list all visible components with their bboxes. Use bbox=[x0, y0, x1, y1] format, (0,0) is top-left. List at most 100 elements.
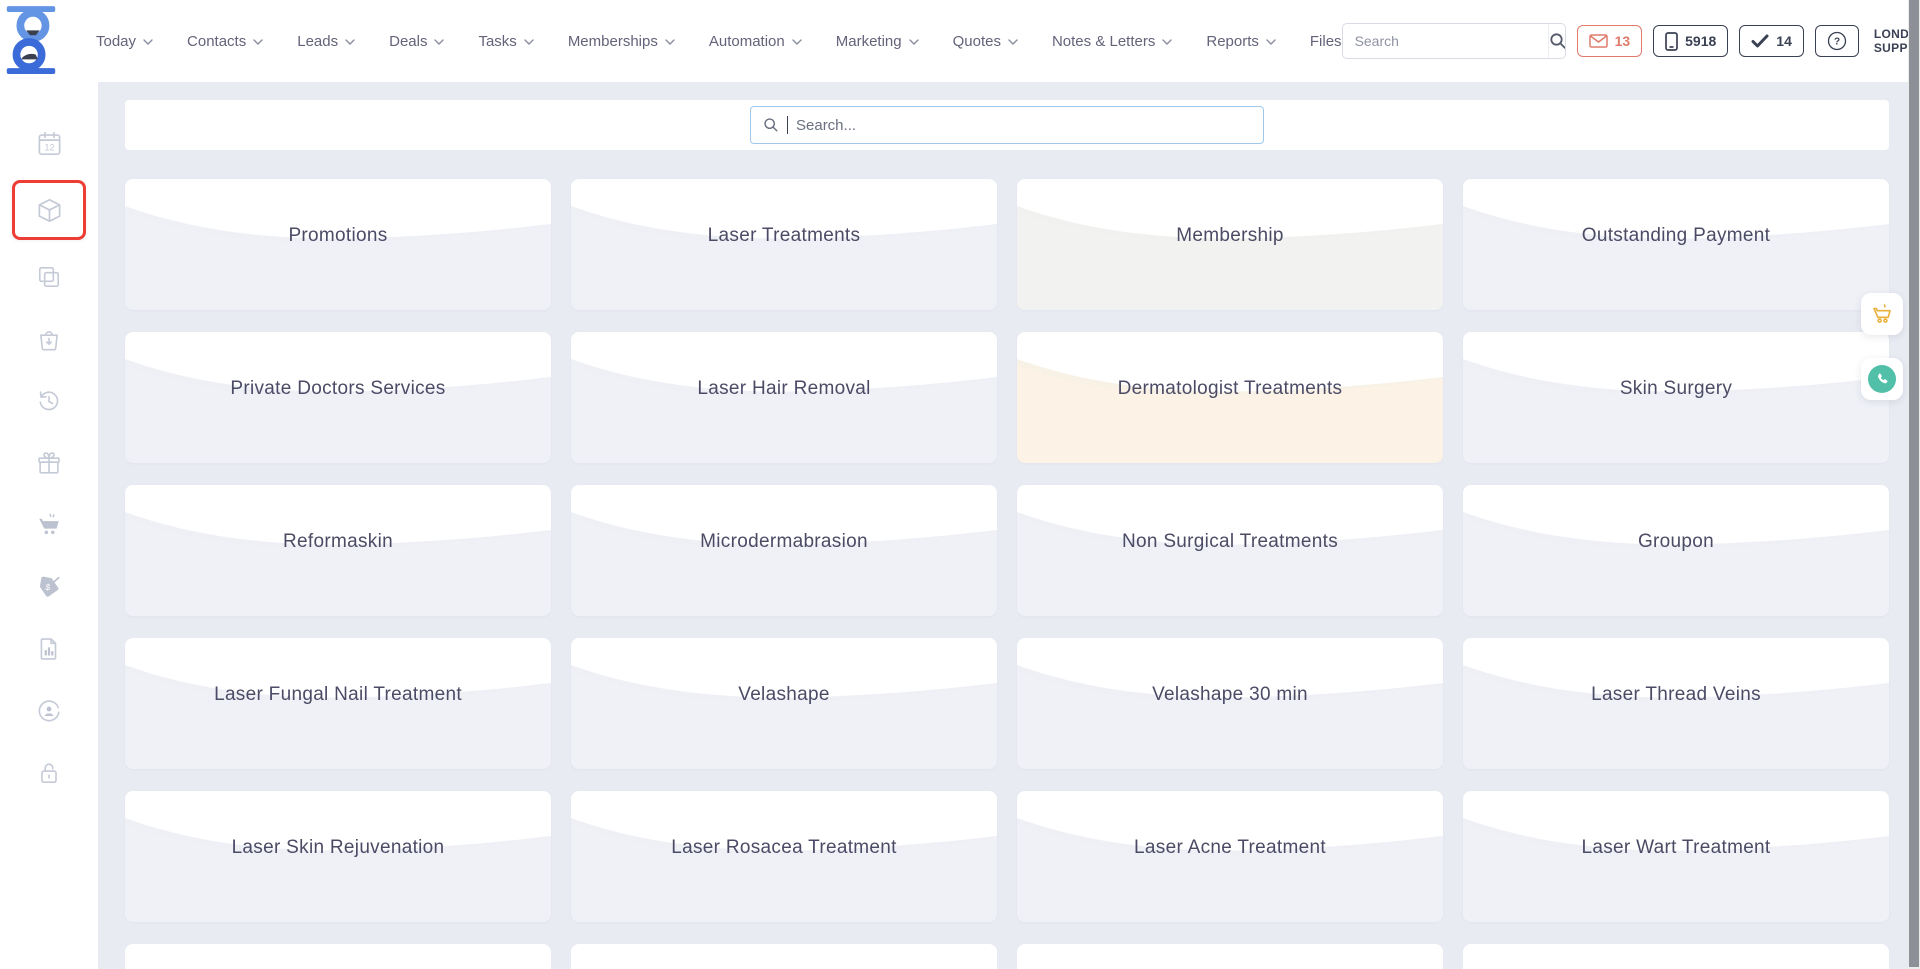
floating-phone-button[interactable] bbox=[1861, 358, 1903, 400]
category-card-label: Groupon bbox=[1463, 531, 1889, 553]
phone-circle bbox=[1868, 365, 1896, 393]
category-card-label: Laser Acne Treatment bbox=[1017, 837, 1443, 859]
sidebar-item-bag[interactable] bbox=[17, 314, 81, 364]
svg-text:12: 12 bbox=[44, 142, 54, 152]
sidebar-item-account[interactable] bbox=[17, 686, 81, 736]
category-card-label: Skin Surgery bbox=[1463, 378, 1889, 400]
sidebar-item-gift[interactable] bbox=[17, 438, 81, 488]
category-card-outstanding-payment[interactable]: Outstanding Payment bbox=[1463, 179, 1889, 310]
category-card-microdermabrasion[interactable]: Microdermabrasion bbox=[571, 485, 997, 616]
nav-item-leads[interactable]: Leads bbox=[297, 33, 355, 50]
nav-item-notes-letters[interactable]: Notes & Letters bbox=[1052, 33, 1172, 50]
vertical-scrollbar[interactable] bbox=[1908, 0, 1920, 969]
chevron-down-icon bbox=[143, 39, 153, 45]
help-icon: ? bbox=[1827, 31, 1847, 51]
category-card-dermatologist-treatments[interactable]: Dermatologist Treatments bbox=[1017, 332, 1443, 463]
lock-icon bbox=[36, 760, 62, 786]
nav-item-label: Contacts bbox=[187, 33, 246, 50]
category-card-label: Velashape bbox=[571, 684, 997, 706]
nav-item-label: Leads bbox=[297, 33, 338, 50]
category-card-reformaskin[interactable]: Reformaskin bbox=[125, 485, 551, 616]
category-card-groupon[interactable]: Groupon bbox=[1463, 485, 1889, 616]
app-logo[interactable] bbox=[0, 6, 62, 76]
category-card-laser-treatments[interactable]: Laser Treatments bbox=[571, 179, 997, 310]
category-card-velashape-30-min[interactable]: Velashape 30 min bbox=[1017, 638, 1443, 769]
copy-icon bbox=[36, 264, 62, 290]
cart-icon bbox=[1870, 302, 1894, 326]
phone-badge[interactable]: 5918 bbox=[1653, 25, 1728, 57]
chevron-down-icon bbox=[345, 39, 355, 45]
category-card-label: Laser Wart Treatment bbox=[1463, 837, 1889, 859]
nav-item-memberships[interactable]: Memberships bbox=[568, 33, 675, 50]
nav-item-files[interactable]: Files bbox=[1310, 33, 1342, 50]
category-card-partial[interactable] bbox=[125, 944, 551, 969]
sidebar-item-pricetag[interactable]: $ bbox=[17, 562, 81, 612]
mail-badge[interactable]: 13 bbox=[1577, 25, 1643, 57]
category-card-velashape[interactable]: Velashape bbox=[571, 638, 997, 769]
nav-item-tasks[interactable]: Tasks bbox=[478, 33, 533, 50]
nav-item-deals[interactable]: Deals bbox=[389, 33, 444, 50]
category-card-label: Non Surgical Treatments bbox=[1017, 531, 1443, 553]
global-search-input[interactable] bbox=[1343, 33, 1548, 49]
gift-icon bbox=[36, 450, 62, 476]
nav-item-label: Today bbox=[96, 33, 136, 50]
category-card-laser-acne-treatment[interactable]: Laser Acne Treatment bbox=[1017, 791, 1443, 922]
smartphone-icon bbox=[1665, 32, 1678, 51]
sidebar-item-cart[interactable] bbox=[17, 500, 81, 550]
category-card-membership[interactable]: Membership bbox=[1017, 179, 1443, 310]
nav-item-marketing[interactable]: Marketing bbox=[836, 33, 919, 50]
main-nav: Today Contacts Leads Deals Tasks Members… bbox=[96, 33, 1342, 50]
nav-item-today[interactable]: Today bbox=[96, 33, 153, 50]
calendar-icon: 12 bbox=[36, 130, 63, 157]
search-submit-button[interactable] bbox=[1548, 24, 1566, 58]
sidebar-item-history[interactable] bbox=[17, 376, 81, 426]
sidebar-item-lock[interactable] bbox=[17, 748, 81, 798]
scrollbar-thumb[interactable] bbox=[1909, 0, 1919, 967]
category-search-input[interactable]: Search... bbox=[750, 106, 1264, 144]
category-card-partial[interactable] bbox=[1463, 944, 1889, 969]
category-card-laser-thread-veins[interactable]: Laser Thread Veins bbox=[1463, 638, 1889, 769]
chevron-down-icon bbox=[1266, 39, 1276, 45]
category-card-promotions[interactable]: Promotions bbox=[125, 179, 551, 310]
category-card-skin-surgery[interactable]: Skin Surgery bbox=[1463, 332, 1889, 463]
category-card-partial[interactable] bbox=[571, 944, 997, 969]
category-card-laser-hair-removal[interactable]: Laser Hair Removal bbox=[571, 332, 997, 463]
category-card-non-surgical-treatments[interactable]: Non Surgical Treatments bbox=[1017, 485, 1443, 616]
nav-item-quotes[interactable]: Quotes bbox=[953, 33, 1018, 50]
nav-item-label: Notes & Letters bbox=[1052, 33, 1155, 50]
sidebar-item-calendar[interactable]: 12 bbox=[17, 118, 81, 168]
chevron-down-icon bbox=[524, 39, 534, 45]
nav-item-contacts[interactable]: Contacts bbox=[187, 33, 263, 50]
nav-item-label: Quotes bbox=[953, 33, 1001, 50]
category-card-partial[interactable] bbox=[1017, 944, 1443, 969]
nav-item-automation[interactable]: Automation bbox=[709, 33, 802, 50]
sidebar-item-duplicate[interactable] bbox=[17, 252, 81, 302]
category-card-private-doctors-services[interactable]: Private Doctors Services bbox=[125, 332, 551, 463]
category-card-label: Dermatologist Treatments bbox=[1017, 378, 1443, 400]
category-search-panel: Search... bbox=[125, 100, 1889, 150]
nav-item-label: Marketing bbox=[836, 33, 902, 50]
nav-item-reports[interactable]: Reports bbox=[1206, 33, 1276, 50]
chevron-down-icon bbox=[253, 39, 263, 45]
category-card-label: Membership bbox=[1017, 225, 1443, 247]
category-card-laser-fungal-nail-treatment[interactable]: Laser Fungal Nail Treatment bbox=[125, 638, 551, 769]
phone-icon bbox=[1875, 372, 1890, 387]
tasks-count: 14 bbox=[1776, 33, 1792, 49]
help-button[interactable]: ? bbox=[1815, 25, 1859, 57]
category-card-label: Laser Skin Rejuvenation bbox=[125, 837, 551, 859]
tasks-badge[interactable]: 14 bbox=[1739, 25, 1804, 57]
category-card-label: Laser Hair Removal bbox=[571, 378, 997, 400]
category-card-laser-rosacea-treatment[interactable]: Laser Rosacea Treatment bbox=[571, 791, 997, 922]
chevron-down-icon bbox=[792, 39, 802, 45]
floating-cart-button[interactable] bbox=[1861, 293, 1903, 335]
cube-icon bbox=[36, 197, 63, 224]
account-circle-icon bbox=[36, 698, 62, 724]
phone-count: 5918 bbox=[1685, 33, 1716, 49]
report-document-icon bbox=[36, 636, 62, 662]
sidebar-item-products-active[interactable] bbox=[12, 180, 86, 240]
chevron-down-icon bbox=[434, 39, 444, 45]
category-card-laser-skin-rejuvenation[interactable]: Laser Skin Rejuvenation bbox=[125, 791, 551, 922]
sidebar-item-report[interactable] bbox=[17, 624, 81, 674]
mail-icon bbox=[1589, 34, 1608, 48]
category-card-laser-wart-treatment[interactable]: Laser Wart Treatment bbox=[1463, 791, 1889, 922]
